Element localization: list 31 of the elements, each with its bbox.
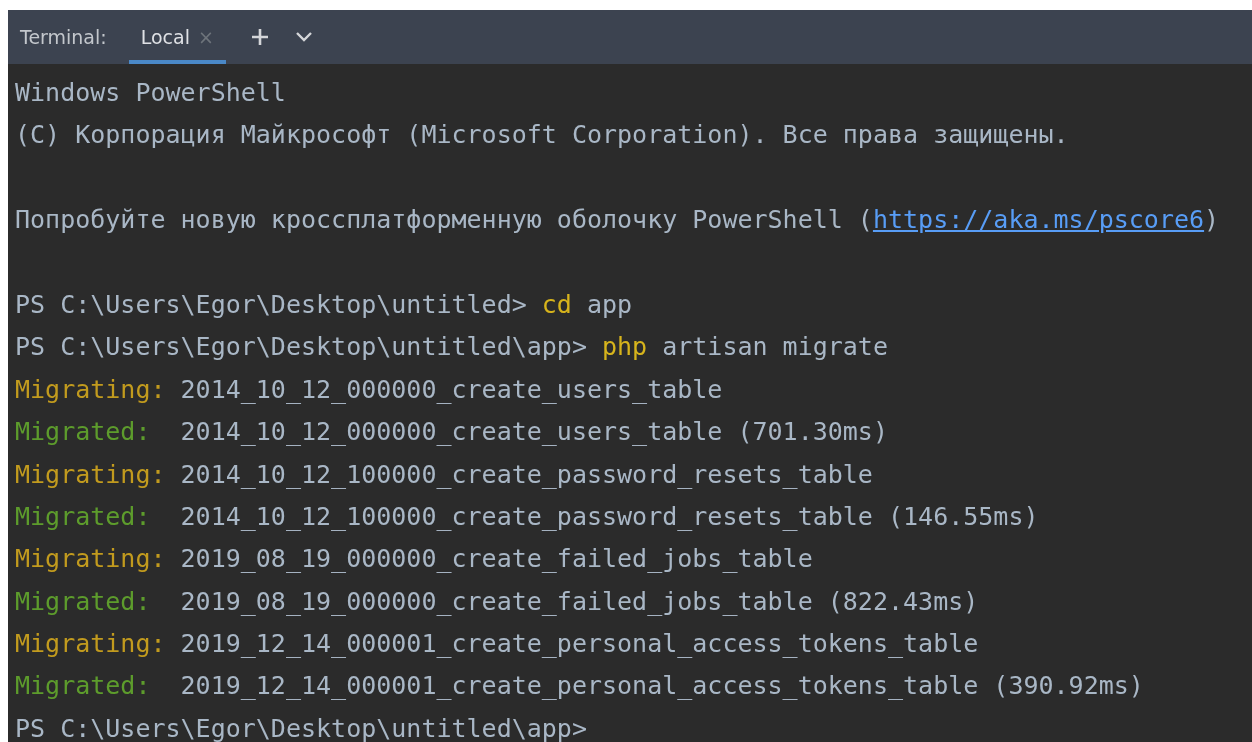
status-label: Migrated: bbox=[15, 670, 152, 703]
terminal-text: 2014_10_12_100000_create_password_resets_table (146.55ms) bbox=[180, 500, 1039, 533]
status-label: Migrated: bbox=[15, 585, 152, 618]
terminal-text: app bbox=[586, 288, 633, 321]
status-label: Migrating: bbox=[15, 373, 167, 406]
terminal-text: 2014_10_12_000000_create_users_table (701.30ms) bbox=[180, 416, 888, 449]
terminal-text: 2019_08_19_000000_create_failed_jobs_table (822.43ms) bbox=[180, 585, 979, 618]
terminal-tab[interactable]: Local × bbox=[128, 10, 226, 64]
prompt-text: PS C:\Users\Egor\Desktop\untitled\app> bbox=[15, 331, 587, 364]
status-label: Migrating: bbox=[15, 628, 167, 661]
status-label: Migrated: bbox=[15, 416, 152, 449]
command-text: php bbox=[602, 331, 648, 364]
status-label: Migrating: bbox=[15, 458, 167, 491]
terminal-text: 2019_08_19_000000_create_failed_jobs_table bbox=[180, 543, 813, 576]
terminal-text: 2014_10_12_000000_create_users_table bbox=[180, 373, 723, 406]
terminal-label: Terminal: bbox=[20, 26, 107, 48]
status-label: Migrated: bbox=[15, 500, 152, 533]
terminal-text: (C) Корпорация Майкрософт (Microsoft Corporation). Все права защищены. bbox=[15, 119, 1069, 152]
add-icon[interactable] bbox=[249, 27, 270, 47]
terminal-text: Windows PowerShell bbox=[15, 77, 286, 109]
prompt-text: PS C:\Users\Egor\Desktop\untitled> bbox=[15, 288, 527, 321]
link[interactable]: https://aka.ms/pscore6 bbox=[872, 199, 1205, 242]
command-text: cd bbox=[541, 288, 572, 321]
status-label: Migrating: bbox=[15, 543, 167, 576]
prompt-text: PS C:\Users\Egor\Desktop\untitled\app> bbox=[15, 712, 587, 742]
terminal-text: 2019_12_14_000001_create_personal_access_tokens_table bbox=[180, 628, 979, 661]
terminal-text: artisan migrate bbox=[662, 331, 888, 364]
terminal-text: ) bbox=[1204, 204, 1220, 237]
terminal-text: 2019_12_14_000001_create_personal_access_tokens_table (390.92ms) bbox=[180, 670, 1144, 703]
terminal-text: 2014_10_12_100000_create_password_resets_table bbox=[180, 458, 873, 491]
terminal-text: Попробуйте новую кроссплатформенную оболочку PowerShell ( bbox=[15, 204, 873, 237]
